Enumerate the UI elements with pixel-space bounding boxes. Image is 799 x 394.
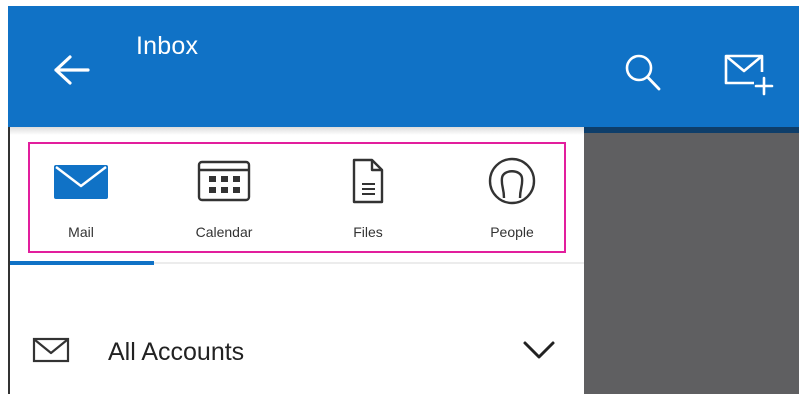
page-title: Inbox [136, 32, 199, 60]
app-window: Inbox Mail Calendar Files People All Acc… [0, 0, 799, 394]
selected-tab-indicator [10, 261, 154, 265]
tab-label: Mail [68, 224, 94, 240]
new-mail-icon [724, 54, 774, 96]
tab-calendar[interactable]: Calendar [169, 150, 279, 250]
all-accounts-row[interactable]: All Accounts [10, 318, 584, 388]
tab-files[interactable]: Files [313, 150, 423, 250]
tab-people[interactable]: People [457, 150, 567, 250]
tab-label: Calendar [195, 224, 253, 240]
back-button[interactable] [48, 46, 96, 94]
tab-mail[interactable]: Mail [26, 150, 136, 250]
all-accounts-label: All Accounts [108, 338, 245, 366]
tab-label: People [490, 224, 534, 240]
panel-shadow [10, 127, 584, 135]
mail-icon [54, 165, 108, 199]
content-overlay [584, 133, 799, 394]
new-mail-button[interactable] [718, 46, 778, 100]
envelope-icon [32, 337, 70, 363]
arrow-left-icon [54, 55, 90, 85]
chevron-down-icon[interactable] [522, 338, 556, 362]
people-icon [488, 157, 536, 205]
app-header: Inbox [8, 6, 799, 127]
tab-divider [154, 262, 584, 264]
search-button[interactable] [618, 48, 668, 98]
calendar-icon [197, 160, 251, 202]
file-icon [352, 158, 384, 204]
tab-label: Files [353, 224, 383, 240]
search-icon [625, 54, 661, 91]
